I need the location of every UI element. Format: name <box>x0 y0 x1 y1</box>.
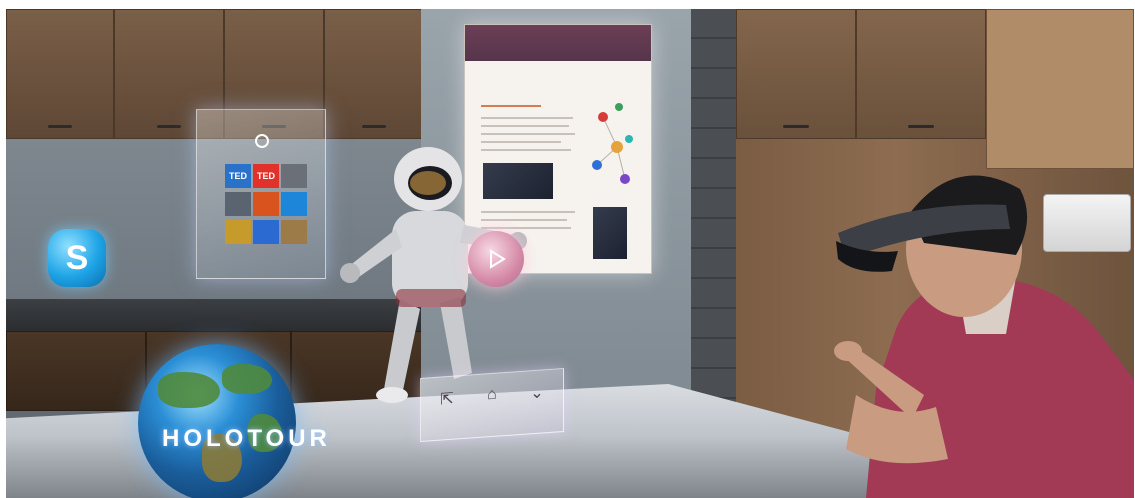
start-tile[interactable] <box>281 192 307 216</box>
start-tile[interactable]: TED <box>253 164 279 188</box>
document-text-line <box>481 117 573 119</box>
start-tile[interactable] <box>281 220 307 244</box>
play-button[interactable] <box>468 231 524 287</box>
diagram-graphic <box>592 103 633 184</box>
document-heading <box>481 105 541 107</box>
start-tile[interactable] <box>253 220 279 244</box>
document-text-line <box>481 133 575 135</box>
continent <box>222 364 272 394</box>
lower-cabinet <box>6 331 146 411</box>
person-with-hololens <box>834 175 1134 498</box>
continent <box>158 372 220 408</box>
start-tile[interactable] <box>253 192 279 216</box>
cortana-icon <box>255 134 269 148</box>
hololens-scene: TED TED S HOLOTOUR ⇱ ⌂ ⌄ <box>6 9 1134 498</box>
chevron-down-icon[interactable]: ⌄ <box>519 382 555 425</box>
upper-cabinet <box>856 9 986 139</box>
document-title-bar <box>465 25 651 61</box>
holotour-logo-text: HOLOTOUR <box>162 425 331 452</box>
document-image <box>593 207 627 259</box>
wall-cabinet <box>986 9 1134 169</box>
skype-app-icon[interactable]: S <box>48 229 106 287</box>
adjust-icon[interactable]: ⇱ <box>429 388 465 431</box>
home-icon[interactable]: ⌂ <box>474 385 510 428</box>
upper-cabinet <box>6 9 114 139</box>
play-icon <box>490 249 506 269</box>
start-tile[interactable] <box>281 164 307 188</box>
start-tile[interactable] <box>225 192 251 216</box>
start-tile[interactable] <box>225 220 251 244</box>
upper-cabinet <box>324 9 424 139</box>
holographic-toolbar[interactable]: ⇱ ⌂ ⌄ <box>420 367 564 443</box>
holotour-globe[interactable] <box>138 344 296 498</box>
upper-cabinet <box>736 9 856 139</box>
holographic-start-menu[interactable]: TED TED <box>196 109 326 279</box>
start-tile[interactable]: TED <box>225 164 251 188</box>
document-text-line <box>481 125 569 127</box>
